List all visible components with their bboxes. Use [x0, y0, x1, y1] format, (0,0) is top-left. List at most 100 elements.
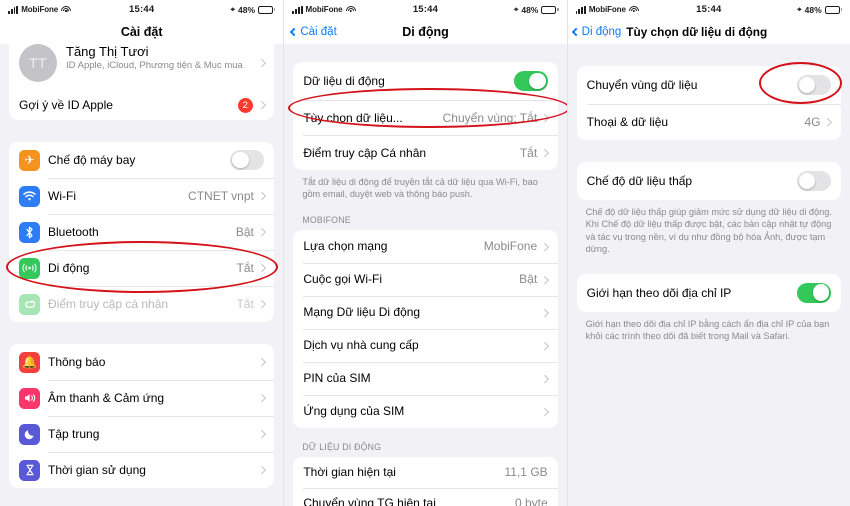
sidebar-item-notifications[interactable]: 🔔 Thông báo — [9, 344, 274, 380]
nav-bar-panel3: Di động Tùy chọn dữ liệu di động — [567, 19, 850, 44]
row-low-data-mode[interactable]: Chế độ dữ liệu thấp — [577, 162, 841, 200]
settings-scroll-content[interactable]: TT Tăng Thị Tươi ID Apple, iCloud, Phươn… — [0, 44, 284, 506]
hourglass-icon — [19, 459, 40, 481]
status-bar-panel3: MobiFone 15:44 ⌖ 48% — [567, 0, 850, 19]
battery-percent-label: 48% — [238, 4, 256, 15]
chevron-right-icon — [541, 407, 549, 416]
row-voice-and-data[interactable]: Thoại & dữ liệu 4G — [577, 104, 841, 140]
section-header-carrier: MOBIFONE — [302, 214, 351, 225]
section-header-cellular-data: DỮ LIỆU DI ĐỘNG — [302, 441, 382, 452]
row-label: Bluetooth — [48, 225, 99, 239]
bell-icon: 🔔 — [19, 351, 40, 373]
chevron-right-icon — [257, 101, 266, 109]
sidebar-item-personal-hotspot[interactable]: Điểm truy cập cá nhân Tắt — [9, 286, 275, 322]
airplane-icon: ✈ — [19, 149, 40, 171]
chevron-right-icon — [824, 118, 833, 126]
nav-bar-panel1: Cài đặt — [0, 19, 284, 44]
back-button-label: Di động — [581, 25, 622, 38]
row-label: Điểm truy cập cá nhân — [48, 297, 169, 311]
chevron-right-icon — [257, 394, 266, 402]
row-limit-ip-tracking[interactable]: Giới hạn theo dõi địa chỉ IP — [577, 274, 841, 312]
connectivity-group: ✈ Chế độ máy bay Wi-Fi CTNET vnpt Blueto… — [9, 142, 275, 322]
row-data-roaming[interactable]: Chuyển vùng dữ liệu — [577, 66, 841, 104]
row-cellular-data-options[interactable]: Tùy chọn dữ liệu... Chuyển vùng: Tắt — [293, 100, 558, 135]
sidebar-item-focus[interactable]: Tập trung — [9, 416, 275, 452]
airplane-mode-toggle[interactable] — [230, 150, 265, 170]
chevron-right-icon — [541, 341, 549, 350]
row-cellular-data[interactable]: Dữ liệu di động — [293, 62, 557, 100]
chevron-right-icon — [541, 374, 549, 383]
apple-account-row[interactable]: TT Tăng Thị Tươi ID Apple, iCloud, Phươn… — [9, 44, 274, 90]
row-value: Chuyển vùng: Tắt — [442, 110, 538, 125]
status-bar-panel2: MobiFone 15:44 ⌖ 48% — [284, 0, 567, 19]
wifi-icon — [19, 185, 40, 207]
row-value: MobiFone — [483, 239, 538, 254]
footnote-low-data-mode: Chế độ dữ liệu thấp giúp giảm mức sử dụn… — [585, 207, 832, 255]
row-sim-pin[interactable]: PIN của SIM — [293, 361, 558, 395]
apple-id-suggestion-row[interactable]: Gợi ý về ID Apple 2 — [9, 90, 274, 120]
low-data-mode-toggle[interactable] — [796, 171, 831, 191]
cellular-scroll-content[interactable]: Dữ liệu di động Tùy chọn dữ liệu... Chuy… — [284, 44, 567, 506]
row-label: PIN của SIM — [303, 371, 371, 386]
system-group: 🔔 Thông báo Âm thanh & Cảm ứng Tập trung — [9, 344, 275, 488]
chevron-right-icon — [257, 59, 266, 67]
cellular-icon — [19, 257, 40, 279]
status-badge: 2 — [237, 97, 253, 113]
data-roaming-toggle[interactable] — [796, 75, 831, 95]
roaming-group: Chuyển vùng dữ liệu Thoại & dữ liệu 4G — [576, 66, 841, 140]
data-usage-group: Thời gian hiện tại 11,1 GB Chuyển vùng T… — [293, 456, 558, 506]
chevron-right-icon — [257, 466, 266, 474]
row-cellular-data-network[interactable]: Mạng Dữ liệu Di động — [293, 295, 558, 329]
panel-settings-root: MobiFone 15:44 ⌖ 48% Cài đặt TT Tăng Thị… — [0, 0, 284, 506]
chevron-right-icon — [541, 275, 549, 284]
row-label: Chế độ dữ liệu thấp — [586, 174, 693, 188]
chevron-right-icon — [257, 358, 266, 366]
ip-tracking-group: Giới hạn theo dõi địa chỉ IP — [576, 273, 841, 312]
back-button-cellular[interactable]: Di động — [571, 25, 622, 38]
row-label: Cuộc gọi Wi-Fi — [303, 272, 383, 287]
sidebar-item-wifi[interactable]: Wi-Fi CTNET vnpt — [9, 178, 275, 214]
row-personal-hotspot[interactable]: Điểm truy cập Cá nhân Tắt — [293, 135, 558, 170]
data-options-scroll-content[interactable]: Chuyển vùng dữ liệu Thoại & dữ liệu 4G C… — [567, 44, 850, 506]
chevron-left-icon — [571, 27, 580, 36]
battery-icon — [824, 5, 842, 14]
row-carrier-services[interactable]: Dịch vụ nhà cung cấp — [293, 328, 558, 362]
cellular-data-toggle[interactable] — [513, 71, 548, 91]
row-label: Dữ liệu di động — [303, 74, 385, 88]
row-label: Wi-Fi — [48, 189, 76, 203]
chevron-right-icon — [541, 242, 549, 251]
battery-icon — [541, 5, 559, 14]
row-label: Mạng Dữ liệu Di động — [303, 305, 421, 320]
sidebar-item-bluetooth[interactable]: Bluetooth Bật — [9, 214, 275, 250]
limit-ip-tracking-toggle[interactable] — [796, 282, 831, 303]
page-title-settings: Cài đặt — [120, 24, 163, 39]
row-label: Ứng dụng của SIM — [303, 404, 405, 419]
row-network-selection[interactable]: Lựa chọn mạng MobiFone — [293, 230, 557, 263]
location-icon: ⌖ — [797, 4, 802, 14]
account-subtitle: ID Apple, iCloud, Phương tiện & Mục mua — [66, 60, 243, 71]
row-current-period-roaming: Chuyển vùng TG hiện tại 0 byte — [293, 487, 558, 506]
row-value: Tắt — [519, 145, 538, 160]
row-label: Thoại & dữ liệu — [586, 115, 669, 129]
nav-bar-panel2: Cài đặt Di động — [284, 19, 567, 44]
row-sim-applications[interactable]: Ứng dụng của SIM — [293, 394, 558, 428]
apple-id-suggestion-label: Gợi ý về ID Apple — [19, 98, 113, 112]
location-icon: ⌖ — [513, 4, 519, 14]
row-label: Thời gian hiện tại — [303, 465, 396, 480]
back-button-label: Cài đặt — [300, 25, 337, 38]
sidebar-item-sounds-haptics[interactable]: Âm thanh & Cảm ứng — [9, 380, 275, 416]
account-name: Tăng Thị Tươi — [66, 44, 149, 59]
sidebar-item-screen-time[interactable]: Thời gian sử dụng — [9, 452, 275, 488]
row-label: Di động — [48, 261, 90, 275]
row-label: Thời gian sử dụng — [48, 463, 146, 477]
status-bar-right: ⌖ 48% — [514, 5, 559, 15]
battery-percent-label: 48% — [804, 4, 822, 15]
carrier-group: Lựa chọn mạng MobiFone Cuộc gọi Wi-Fi Bậ… — [293, 229, 558, 428]
location-icon: ⌖ — [230, 4, 236, 14]
sidebar-item-airplane-mode[interactable]: ✈ Chế độ máy bay — [9, 142, 274, 178]
battery-percent-label: 48% — [521, 4, 539, 15]
row-label: Chuyển vùng TG hiện tại — [303, 496, 436, 506]
back-button-settings[interactable]: Cài đặt — [290, 25, 337, 38]
sidebar-item-cellular[interactable]: Di động Tắt — [9, 250, 275, 286]
row-wifi-calling[interactable]: Cuộc gọi Wi-Fi Bật — [293, 262, 558, 296]
